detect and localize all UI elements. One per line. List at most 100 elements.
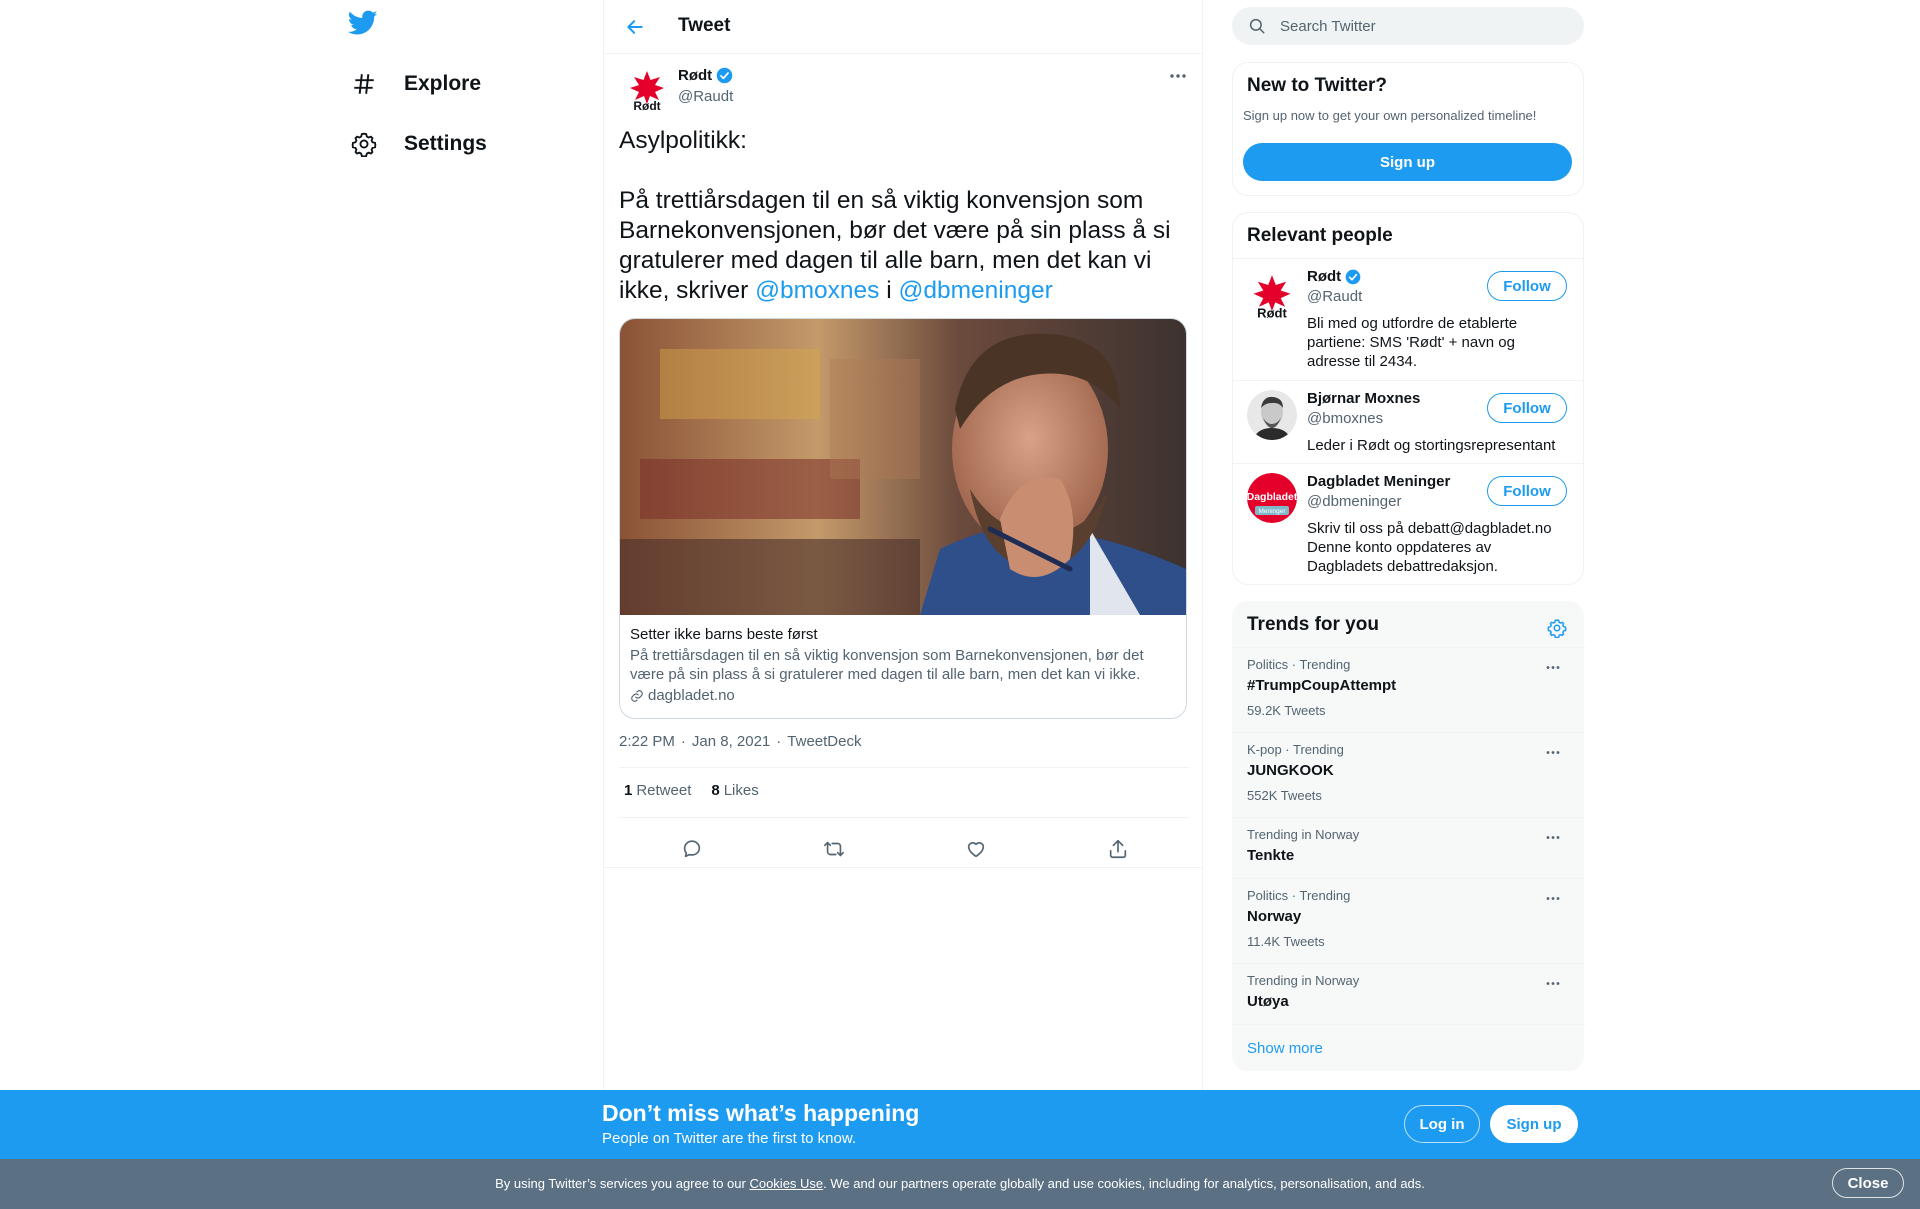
relevant-people-title: Relevant people <box>1247 225 1393 246</box>
avatar-logo-text: Rødt <box>1257 306 1287 321</box>
more-options-icon[interactable] <box>1541 742 1565 762</box>
trend-context: Trending in Norway <box>1247 973 1360 988</box>
search-icon <box>1248 17 1266 35</box>
trend-item[interactable]: Politics · Trending Norway 11.4K Tweets <box>1233 878 1585 963</box>
show-more-link[interactable]: Show more <box>1247 1040 1323 1057</box>
trend-name: Norway <box>1247 908 1302 925</box>
card-description: På trettiårsdagen til en så viktig konve… <box>630 647 1144 683</box>
more-options-icon[interactable] <box>1164 66 1192 86</box>
sidebar-signup-button[interactable]: Sign up <box>1243 143 1572 181</box>
more-options-icon[interactable] <box>1541 827 1565 847</box>
person-name[interactable]: Bjørnar Moxnes <box>1307 390 1420 407</box>
person-handle[interactable]: @dbmeninger <box>1307 493 1401 510</box>
login-button[interactable]: Log in <box>1404 1105 1480 1143</box>
gear-icon <box>346 126 382 162</box>
cookies-use-link[interactable]: Cookies Use <box>749 1176 823 1191</box>
trends-settings-gear-icon[interactable] <box>1543 614 1571 642</box>
link-preview-card[interactable]: Setter ikke barns beste først På trettiå… <box>619 318 1187 719</box>
trend-name: JUNGKOOK <box>1247 762 1334 779</box>
tweet-source[interactable]: TweetDeck <box>787 733 861 750</box>
trend-count: 59.2K Tweets <box>1247 703 1326 718</box>
more-options-icon[interactable] <box>1541 973 1565 993</box>
card-image <box>620 319 1186 615</box>
tweet-meta: 2:22 PM · Jan 8, 2021 · TweetDeck <box>619 733 861 750</box>
retweets-stat[interactable]: 1 Retweet <box>624 782 691 799</box>
trend-item[interactable]: Trending in Norway Tenkte <box>1233 817 1585 878</box>
tweet-time[interactable]: 2:22 PM <box>619 733 675 750</box>
close-cookie-button[interactable]: Close <box>1832 1168 1904 1198</box>
retweet-icon[interactable] <box>817 832 851 866</box>
follow-button[interactable]: Follow <box>1487 476 1567 506</box>
person-avatar[interactable]: Rødt <box>1247 272 1297 322</box>
card-domain-row: dagbladet.no <box>630 687 735 704</box>
person-bio: Leder i Rødt og stortingsrepresentant <box>1307 437 1556 454</box>
hashtag-icon <box>346 66 382 102</box>
author-name[interactable]: Rødt <box>678 67 712 84</box>
trend-context: Politics · Trending <box>1247 657 1351 672</box>
back-arrow-icon[interactable] <box>620 12 650 42</box>
person-name[interactable]: Rødt <box>1307 268 1341 285</box>
verified-badge-icon <box>716 67 733 84</box>
prompt-subtitle: People on Twitter are the first to know. <box>602 1130 857 1147</box>
card-title: Setter ikke barns beste først <box>630 626 818 643</box>
mention-link[interactable]: @dbmeninger <box>899 277 1053 304</box>
person-name[interactable]: Dagbladet Meninger <box>1307 473 1450 490</box>
column-header: Tweet <box>604 0 1202 54</box>
trend-name: Tenkte <box>1247 847 1295 864</box>
trend-item[interactable]: Trending in Norway Utøya <box>1233 963 1585 1024</box>
tweet-column: Tweet Rødt Rødt @Raudt Asylpolitikk: På … <box>603 0 1203 1090</box>
avatar-logo-text: Dagbladet <box>1247 491 1297 503</box>
trend-name: #TrumpCoupAttempt <box>1247 677 1397 694</box>
person-name-row[interactable]: Rødt <box>1307 268 1361 285</box>
cookie-text-after: . We and our partners operate globally a… <box>823 1176 1425 1191</box>
mention-link[interactable]: @bmoxnes <box>755 277 879 304</box>
avatar-logo-text: Rødt <box>633 99 660 113</box>
twitter-logo-icon[interactable] <box>348 10 388 44</box>
trend-item[interactable]: K-pop · Trending JUNGKOOK 552K Tweets <box>1233 732 1585 817</box>
nav-item-explore[interactable]: Explore <box>346 59 481 109</box>
author-name-row[interactable]: Rødt <box>678 67 733 84</box>
author-handle[interactable]: @Raudt <box>678 88 733 105</box>
tweet-date[interactable]: Jan 8, 2021 <box>692 733 770 750</box>
tweet-actions <box>619 828 1189 868</box>
cookie-consent-bar: By using Twitter’s services you agree to… <box>0 1159 1920 1209</box>
retweets-count: 1 <box>624 782 633 799</box>
more-options-icon[interactable] <box>1541 888 1565 908</box>
card-domain: dagbladet.no <box>648 687 735 704</box>
new-to-twitter-panel: New to Twitter? Sign up now to get your … <box>1232 62 1584 196</box>
nav-item-settings[interactable]: Settings <box>346 119 487 169</box>
meta-separator: · <box>776 733 782 750</box>
cookie-text-before: By using Twitter’s services you agree to… <box>495 1176 750 1191</box>
divider <box>1233 1024 1585 1025</box>
divider <box>1233 258 1583 259</box>
divider <box>619 817 1189 818</box>
search-input[interactable] <box>1280 7 1570 45</box>
person-handle[interactable]: @bmoxnes <box>1307 410 1383 427</box>
relevant-people-panel: Relevant people Rødt Rødt @Raudt Bli med… <box>1232 212 1584 585</box>
divider <box>604 867 1202 868</box>
divider <box>1233 380 1583 381</box>
author-avatar[interactable]: Rødt <box>624 68 670 114</box>
person-handle[interactable]: @Raudt <box>1307 288 1362 305</box>
page-title: Tweet <box>678 15 731 36</box>
likes-label: Likes <box>723 782 759 799</box>
reply-icon[interactable] <box>675 832 709 866</box>
retweets-label: Retweet <box>636 782 692 799</box>
search-bar[interactable] <box>1232 7 1584 45</box>
verified-badge-icon <box>1345 269 1361 285</box>
share-icon[interactable] <box>1101 832 1135 866</box>
trend-context: Trending in Norway <box>1247 827 1360 842</box>
trend-item[interactable]: Politics · Trending #TrumpCoupAttempt 59… <box>1233 647 1585 732</box>
follow-button[interactable]: Follow <box>1487 271 1567 301</box>
likes-stat[interactable]: 8 Likes <box>711 782 758 799</box>
meta-separator: · <box>680 733 686 750</box>
more-options-icon[interactable] <box>1541 657 1565 677</box>
person-avatar[interactable] <box>1247 390 1297 440</box>
nav-settings-label: Settings <box>404 132 487 155</box>
like-icon[interactable] <box>959 832 993 866</box>
signup-button[interactable]: Sign up <box>1490 1105 1578 1143</box>
new-to-twitter-title: New to Twitter? <box>1247 75 1388 96</box>
person-avatar[interactable]: Dagbladet Meninger <box>1247 473 1297 523</box>
tweet-stats: 1 Retweet 8 Likes <box>624 782 759 799</box>
follow-button[interactable]: Follow <box>1487 393 1567 423</box>
